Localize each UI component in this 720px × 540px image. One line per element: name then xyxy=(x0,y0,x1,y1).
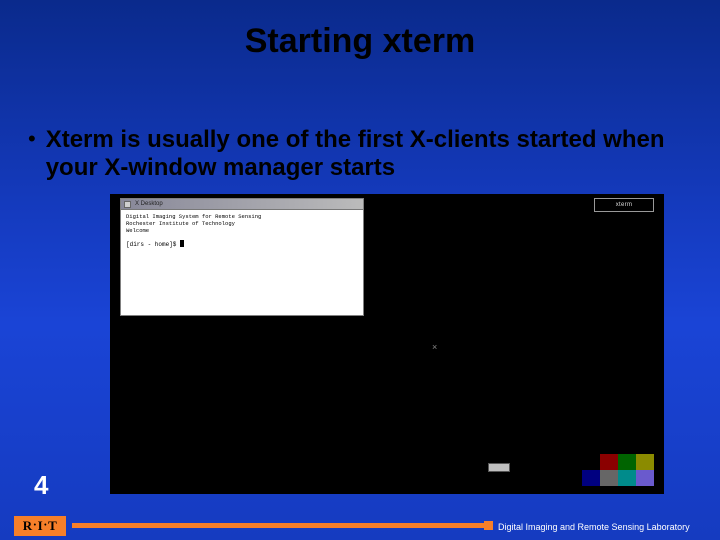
bullet-text: Xterm is usually one of the first X-clie… xyxy=(46,126,688,182)
xterm-titlebar: X Desktop xyxy=(121,199,363,210)
rit-logo-text: R•I•T xyxy=(23,518,58,534)
desktop-menu: xterm xyxy=(594,198,654,212)
xterm-window-title: X Desktop xyxy=(135,201,163,207)
color-cell xyxy=(600,454,618,470)
color-cell xyxy=(582,454,600,470)
color-cell xyxy=(618,470,636,486)
slide-title: Starting xterm xyxy=(0,0,720,61)
taskbar-item xyxy=(488,463,510,472)
xterm-motd: Digital Imaging System for Remote Sensin… xyxy=(121,210,363,234)
window-menu-icon xyxy=(124,201,131,208)
footer-lab-name: Digital Imaging and Remote Sensing Labor… xyxy=(498,522,690,532)
cursor-icon xyxy=(180,240,184,247)
xterm-window: X Desktop Digital Imaging System for Rem… xyxy=(120,198,364,316)
logo-r: R xyxy=(23,518,33,533)
color-cell xyxy=(582,470,600,486)
menu-item-xterm: xterm xyxy=(616,202,633,208)
xterm-prompt: [dirs - home]$ xyxy=(121,234,363,248)
color-cell xyxy=(600,470,618,486)
page-number: 4 xyxy=(34,470,48,501)
cursor-mark-icon: × xyxy=(432,342,437,352)
logo-t: T xyxy=(48,518,57,533)
color-cell xyxy=(618,454,636,470)
bullet-item: • Xterm is usually one of the first X-cl… xyxy=(28,126,688,182)
color-cell xyxy=(636,470,654,486)
rit-logo: R•I•T xyxy=(14,516,66,536)
color-palette xyxy=(582,454,654,486)
motd-line: Rochester Institute of Technology xyxy=(126,220,235,227)
color-cell xyxy=(636,454,654,470)
bullet-marker: • xyxy=(28,126,36,152)
footer: R•I•T Digital Imaging and Remote Sensing… xyxy=(0,508,720,540)
motd-line: Digital Imaging System for Remote Sensin… xyxy=(126,213,261,220)
footer-square-icon xyxy=(484,521,493,530)
footer-divider xyxy=(72,523,484,528)
embedded-screenshot: X Desktop Digital Imaging System for Rem… xyxy=(110,194,664,494)
prompt-text: [dirs - home]$ xyxy=(126,241,180,248)
motd-line: Welcome xyxy=(126,227,149,234)
